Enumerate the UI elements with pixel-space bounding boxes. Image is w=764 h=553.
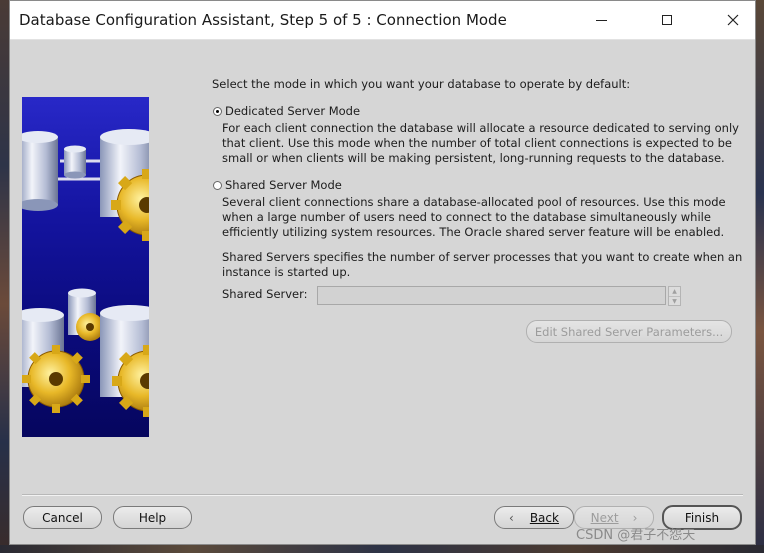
shared-server-description: Several client connections share a datab… [222,195,726,240]
maximize-icon [662,15,672,25]
close-button[interactable] [710,1,756,39]
desktop-background-bottom [0,545,764,553]
back-label: Back [529,510,559,525]
spinner-up-icon[interactable]: ▲ [669,287,680,297]
footer-separator [22,494,743,496]
dedicated-server-label: Dedicated Server Mode [225,104,361,118]
csdn-watermark: CSDN @君子不怨天 [576,528,696,543]
chevron-left-icon: ‹ [509,510,514,525]
shared-desc-line: efficiently utilizing system resources. … [222,225,725,239]
window-title: Database Configuration Assistant, Step 5… [19,11,507,29]
shared-server-label: Shared Server Mode [225,178,342,192]
shared-server-option[interactable]: Shared Server Mode [213,178,342,192]
chevron-right-icon: › [632,510,638,525]
shared-servers-info: Shared Servers specifies the number of s… [222,250,742,280]
shared-desc-line: when a large number of users need to con… [222,210,711,224]
minimize-button[interactable] [578,1,624,39]
dbca-window: Database Configuration Assistant, Step 5… [9,0,756,545]
maximize-button[interactable] [644,1,690,39]
cancel-button[interactable]: Cancel [23,506,102,529]
dedicated-desc-line: small or when clients will be making per… [222,151,725,165]
shared-server-radio[interactable] [213,180,222,190]
dedicated-server-radio[interactable] [213,106,222,116]
back-button[interactable]: ‹ Back [494,506,574,529]
shared-info-line: instance is started up. [222,265,351,279]
shared-desc-line: Several client connections share a datab… [222,195,726,209]
dedicated-desc-line: For each client connection the database … [222,121,739,135]
next-label: Next [590,510,619,525]
database-gears-illustration [22,129,149,417]
desktop-background-right [756,0,764,553]
dedicated-server-option[interactable]: Dedicated Server Mode [213,104,360,118]
dedicated-desc-line: that client. Use this mode when the numb… [222,136,733,150]
shared-server-input[interactable] [317,286,666,305]
shared-server-spinner[interactable]: ▲ ▼ [668,286,681,306]
title-bar: Database Configuration Assistant, Step 5… [10,1,755,40]
minimize-icon [595,19,607,21]
mode-prompt: Select the mode in which you want your d… [212,77,631,91]
illustration-panel [22,97,149,437]
dedicated-server-description: For each client connection the database … [222,121,739,166]
help-button[interactable]: Help [113,506,192,529]
shared-info-line: Shared Servers specifies the number of s… [222,250,743,264]
edit-shared-server-parameters-button[interactable]: Edit Shared Server Parameters... [526,320,732,343]
shared-server-field-label: Shared Server: [222,287,308,301]
spinner-down-icon[interactable]: ▼ [669,297,680,306]
close-icon [727,14,739,26]
